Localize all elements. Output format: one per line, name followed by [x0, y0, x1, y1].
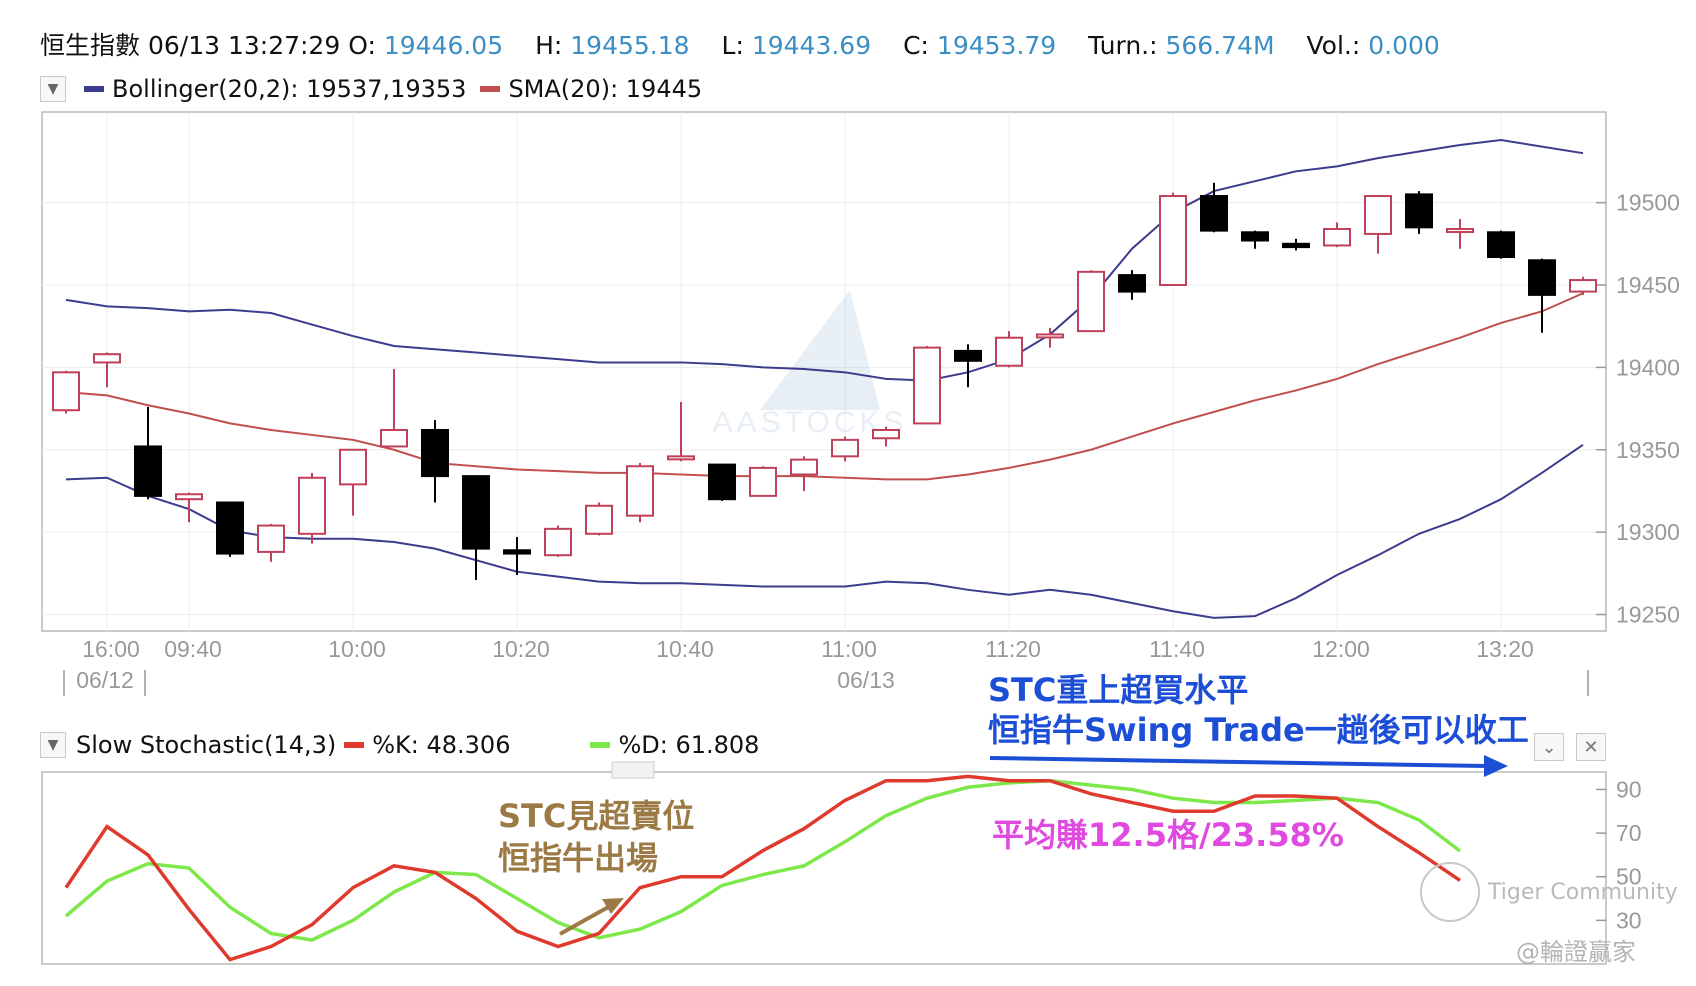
candle-body	[1528, 259, 1556, 296]
candle-body	[380, 428, 408, 448]
stoch-y-tick-label: 90	[1616, 776, 1642, 802]
tiger-logo-icon	[1420, 862, 1480, 922]
date-label: 06/12	[76, 667, 134, 693]
x-tick-label: 09:40	[164, 636, 222, 662]
candle-body	[134, 445, 162, 497]
candle-body	[503, 549, 531, 555]
annotation-profit: 平均賺12.5格/23.58%	[992, 816, 1344, 854]
y-tick-label: 19250	[1616, 602, 1680, 628]
candle-body	[52, 371, 80, 412]
annotation-overbought-line2: 恒指牛Swing Trade一趟後可以收工	[988, 711, 1529, 749]
candle-body	[913, 346, 941, 425]
candle-body	[421, 428, 449, 478]
tiger-community-text: Tiger Community	[1488, 879, 1678, 905]
candle-body	[1200, 195, 1228, 232]
candle	[1159, 192, 1187, 286]
panel-resize-handle	[611, 761, 655, 779]
candle-body	[995, 336, 1023, 367]
candle-body	[1077, 270, 1105, 333]
candle-body	[790, 458, 818, 476]
candle-body	[462, 475, 490, 550]
candle-body	[1405, 193, 1433, 229]
candle	[585, 502, 613, 536]
candle-body	[1282, 242, 1310, 249]
candle	[626, 462, 654, 523]
candle-body	[872, 428, 900, 440]
candle-body	[585, 504, 613, 535]
stoch-y-tick-label: 70	[1616, 820, 1642, 846]
candle-body	[1241, 231, 1269, 242]
swing-trade-arrow-line	[989, 756, 1487, 768]
annotation-overbought: STC重上超買水平 恒指牛Swing Trade一趟後可以收工	[988, 670, 1529, 750]
x-tick-label: 10:00	[328, 636, 386, 662]
x-tick-label: 11:00	[821, 636, 877, 662]
candle-body	[626, 465, 654, 517]
annotation-oversold-line2: 恒指牛出場	[498, 839, 659, 877]
x-tick-label: 10:20	[492, 636, 550, 662]
candle	[544, 525, 572, 557]
candle	[708, 463, 736, 501]
candle-body	[708, 463, 736, 501]
candle	[913, 345, 941, 425]
candle-body	[1569, 279, 1597, 293]
candle-body	[298, 476, 326, 535]
candle-body	[1487, 231, 1515, 258]
candle-body	[257, 524, 285, 553]
y-tick-label: 19400	[1616, 354, 1680, 380]
candle-body	[831, 438, 859, 458]
candle	[1569, 276, 1597, 295]
date-label: 06/13	[837, 667, 895, 693]
annotation-oversold: STC見超賣位 恒指牛出場	[498, 795, 694, 879]
candle-body	[175, 493, 203, 501]
candle-body	[667, 455, 695, 461]
candle	[1405, 191, 1433, 234]
annotation-oversold-line1: STC見超賣位	[498, 797, 695, 835]
y-tick-label: 19350	[1616, 437, 1680, 463]
candle-body	[954, 349, 982, 362]
candle-body	[339, 448, 367, 486]
candle-body	[544, 527, 572, 557]
y-tick-label: 19300	[1616, 519, 1680, 545]
candle	[1487, 230, 1515, 259]
candle-body	[1364, 195, 1392, 235]
candle-body	[1036, 333, 1064, 339]
x-tick-label: 13:20	[1476, 636, 1534, 662]
candle-body	[1118, 274, 1146, 293]
author-watermark: @輪證贏家	[1516, 938, 1636, 966]
x-tick-label: 10:40	[656, 636, 714, 662]
y-tick-label: 19500	[1616, 190, 1680, 216]
tiger-community-watermark: Tiger Community	[1420, 862, 1678, 922]
candle-body	[93, 353, 121, 364]
chart-canvas: 16:00 09:40 10:00 10:20 10:40 11:00 11:20 11:40…	[41, 111, 1680, 965]
candle	[749, 466, 777, 497]
annotation-overbought-line1: STC重上超買水平	[988, 671, 1249, 709]
candle-body	[1159, 195, 1187, 286]
candle-body	[1446, 227, 1474, 233]
candle-body	[216, 501, 244, 555]
candle-body	[749, 466, 777, 497]
x-tick-label: 11:20	[985, 636, 1041, 662]
candle	[216, 501, 244, 557]
y-tick-label: 19450	[1616, 272, 1680, 298]
candle-body	[1323, 227, 1351, 247]
candle	[52, 370, 80, 414]
x-tick-label: 12:00	[1312, 636, 1370, 662]
x-tick-label: 11:40	[1149, 636, 1205, 662]
candle	[1077, 270, 1105, 333]
candle	[298, 472, 326, 544]
x-tick-label: 16:00	[82, 636, 140, 662]
